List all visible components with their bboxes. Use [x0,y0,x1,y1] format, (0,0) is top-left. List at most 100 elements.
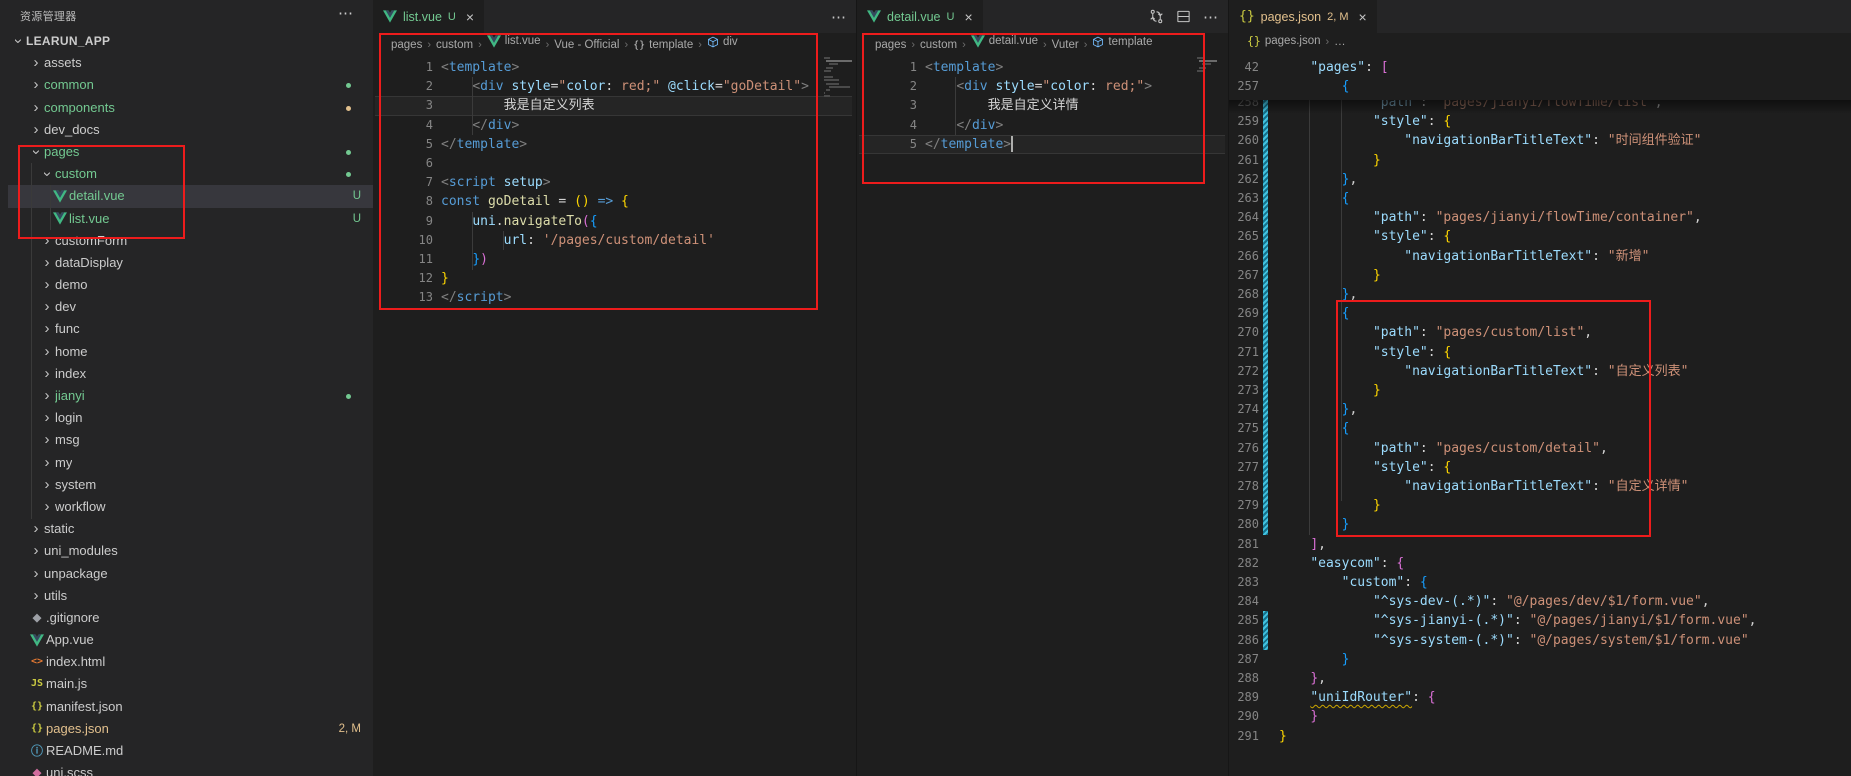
code-line-text: url: '/pages/custom/detail' [504,231,715,250]
code-line-289: 289"uniIdRouter": { [1229,688,1851,707]
code-line-text: { [1342,77,1350,96]
code-line-text: } [1342,650,1350,669]
more-icon[interactable]: ⋯ [1203,8,1218,26]
tree-folder-LEARUN_APP[interactable]: ›LEARUN_APP [8,30,373,52]
code-line-text: "custom": { [1342,573,1428,592]
tree-folder-assets[interactable]: ›assets [8,52,373,74]
code-line-text: "style": { [1373,343,1451,362]
breadcrumb-item[interactable]: … [1334,34,1346,51]
breadcrumb-item[interactable]: list.vue [487,33,541,50]
tree-folder-dev_docs[interactable]: ›dev_docs [8,119,373,141]
split-icon[interactable] [1176,9,1191,24]
code-line-2: 2<div style="color: red;" @click="goDeta… [373,77,856,96]
indent-guide [472,212,473,270]
line-number: 1 [857,58,917,77]
md-file-icon: ⓘ [28,740,46,762]
tree-folder-my[interactable]: ›my [8,452,373,474]
line-number: 286 [1229,631,1259,650]
code-editor[interactable]: 1<template>2<div style="color: red;">3我是… [857,50,1228,776]
line-number: 5 [373,135,433,154]
close-icon[interactable]: × [1359,9,1367,25]
minimap[interactable] [1197,57,1225,117]
code-line-text: { [1342,419,1350,438]
chevron-icon: › [39,341,55,363]
tree-folder-common[interactable]: ›common [8,74,373,96]
tree-folder-custom[interactable]: ›custom [8,163,373,185]
tree-folder-system[interactable]: ›system [8,474,373,496]
more-icon[interactable]: ⋯ [831,8,846,26]
tree-file-index.html[interactable]: <>index.html [8,651,373,673]
code-line-text: </template> [925,135,1011,154]
breadcrumb-item[interactable]: detail.vue [971,33,1038,50]
line-number: 291 [1229,727,1259,746]
breadcrumb-item[interactable]: {}pages.json [1247,33,1320,50]
tab-detail.vue[interactable]: detail.vueU× [857,0,983,33]
tree-file-uni.scss[interactable]: ◆uni.scss [8,762,373,776]
indent-guide [472,77,473,135]
tree-folder-unpackage[interactable]: ›unpackage [8,563,373,585]
code-line-1: 1<template> [373,58,856,77]
line-number: 274 [1229,400,1259,419]
chevron-icon: › [39,296,55,318]
tree-file-README.md[interactable]: ⓘREADME.md [8,740,373,762]
tree-folder-demo[interactable]: ›demo [8,274,373,296]
tree-file-main.js[interactable]: JSmain.js [8,673,373,695]
line-number: 271 [1229,343,1259,362]
sticky-scroll[interactable]: 42"pages": [257{ [1229,50,1851,100]
tree-folder-static[interactable]: ›static [8,518,373,540]
git-status-dot [346,83,351,88]
chevron-icon: › [39,274,55,296]
tree-folder-dev[interactable]: ›dev [8,296,373,318]
tree-file-pages.json[interactable]: {}pages.json2, M [8,718,373,740]
code-line-text: "^sys-dev-(.*)": "@/pages/dev/$1/form.vu… [1373,592,1710,611]
tree-folder-login[interactable]: ›login [8,407,373,429]
minimap[interactable] [824,57,852,117]
line-number: 8 [373,192,433,211]
code-line-277: 277"style": { [1229,458,1851,477]
breadcrumb-item[interactable]: template [1092,34,1152,51]
tree-folder-workflow[interactable]: ›workflow [8,496,373,518]
git-status-dot [346,394,351,399]
editor-actions: ⋯ [1149,0,1218,33]
tree-folder-msg[interactable]: ›msg [8,429,373,451]
tree-folder-index[interactable]: ›index [8,363,373,385]
tree-file-manifest.json[interactable]: {}manifest.json [8,696,373,718]
code-editor[interactable]: 258"path": "pages/jianyi/flowTime/list",… [1229,50,1851,776]
tree-file-.gitignore[interactable]: ◆.gitignore [8,607,373,629]
tree-indent-guide [31,163,32,519]
code-line-3: 3我是自定义列表 [373,96,856,115]
file-tree[interactable]: ›LEARUN_APP›assets›common›components›dev… [8,30,373,776]
breadcrumb-item[interactable]: div [707,34,738,51]
line-number: 12 [373,269,433,288]
tree-folder-home[interactable]: ›home [8,341,373,363]
tree-folder-jianyi[interactable]: ›jianyi [8,385,373,407]
tab-pages.json[interactable]: {}pages.json2, M× [1229,0,1377,33]
code-line-8: 8const goDetail = () => { [373,192,856,211]
tree-file-App.vue[interactable]: App.vue [8,629,373,651]
tree-folder-pages[interactable]: ›pages [8,141,373,163]
tab-list.vue[interactable]: list.vueU× [373,0,484,33]
code-line-text: } [1310,707,1318,726]
tree-folder-components[interactable]: ›components [8,97,373,119]
tab-bar: detail.vueU× ⋯ [857,0,1228,33]
tree-folder-utils[interactable]: ›utils [8,585,373,607]
code-editor[interactable]: 1<template>2<div style="color: red;" @cl… [373,50,856,776]
close-icon[interactable]: × [466,9,474,25]
tree-folder-dataDisplay[interactable]: ›dataDisplay [8,252,373,274]
line-number: 3 [373,96,433,115]
tree-file-detail.vue[interactable]: detail.vueU [8,185,373,207]
code-line-266: 266"navigationBarTitleText": "新增" [1229,247,1851,266]
code-line-text: { [1342,189,1350,208]
compare-icon[interactable] [1149,9,1164,24]
code-line-text: "pages": [ [1310,58,1388,77]
code-line-text: } [1373,266,1381,285]
tree-folder-customForm[interactable]: ›customForm [8,230,373,252]
explorer-more-actions-icon[interactable]: ⋯ [338,4,353,22]
close-icon[interactable]: × [964,9,972,25]
tree-folder-func[interactable]: ›func [8,318,373,340]
code-line-text: "style": { [1373,458,1451,477]
tree-folder-uni_modules[interactable]: ›uni_modules [8,540,373,562]
gutter-modified-indicator [1263,611,1268,649]
tree-file-list.vue[interactable]: list.vueU [8,208,373,230]
line-number: 288 [1229,669,1259,688]
